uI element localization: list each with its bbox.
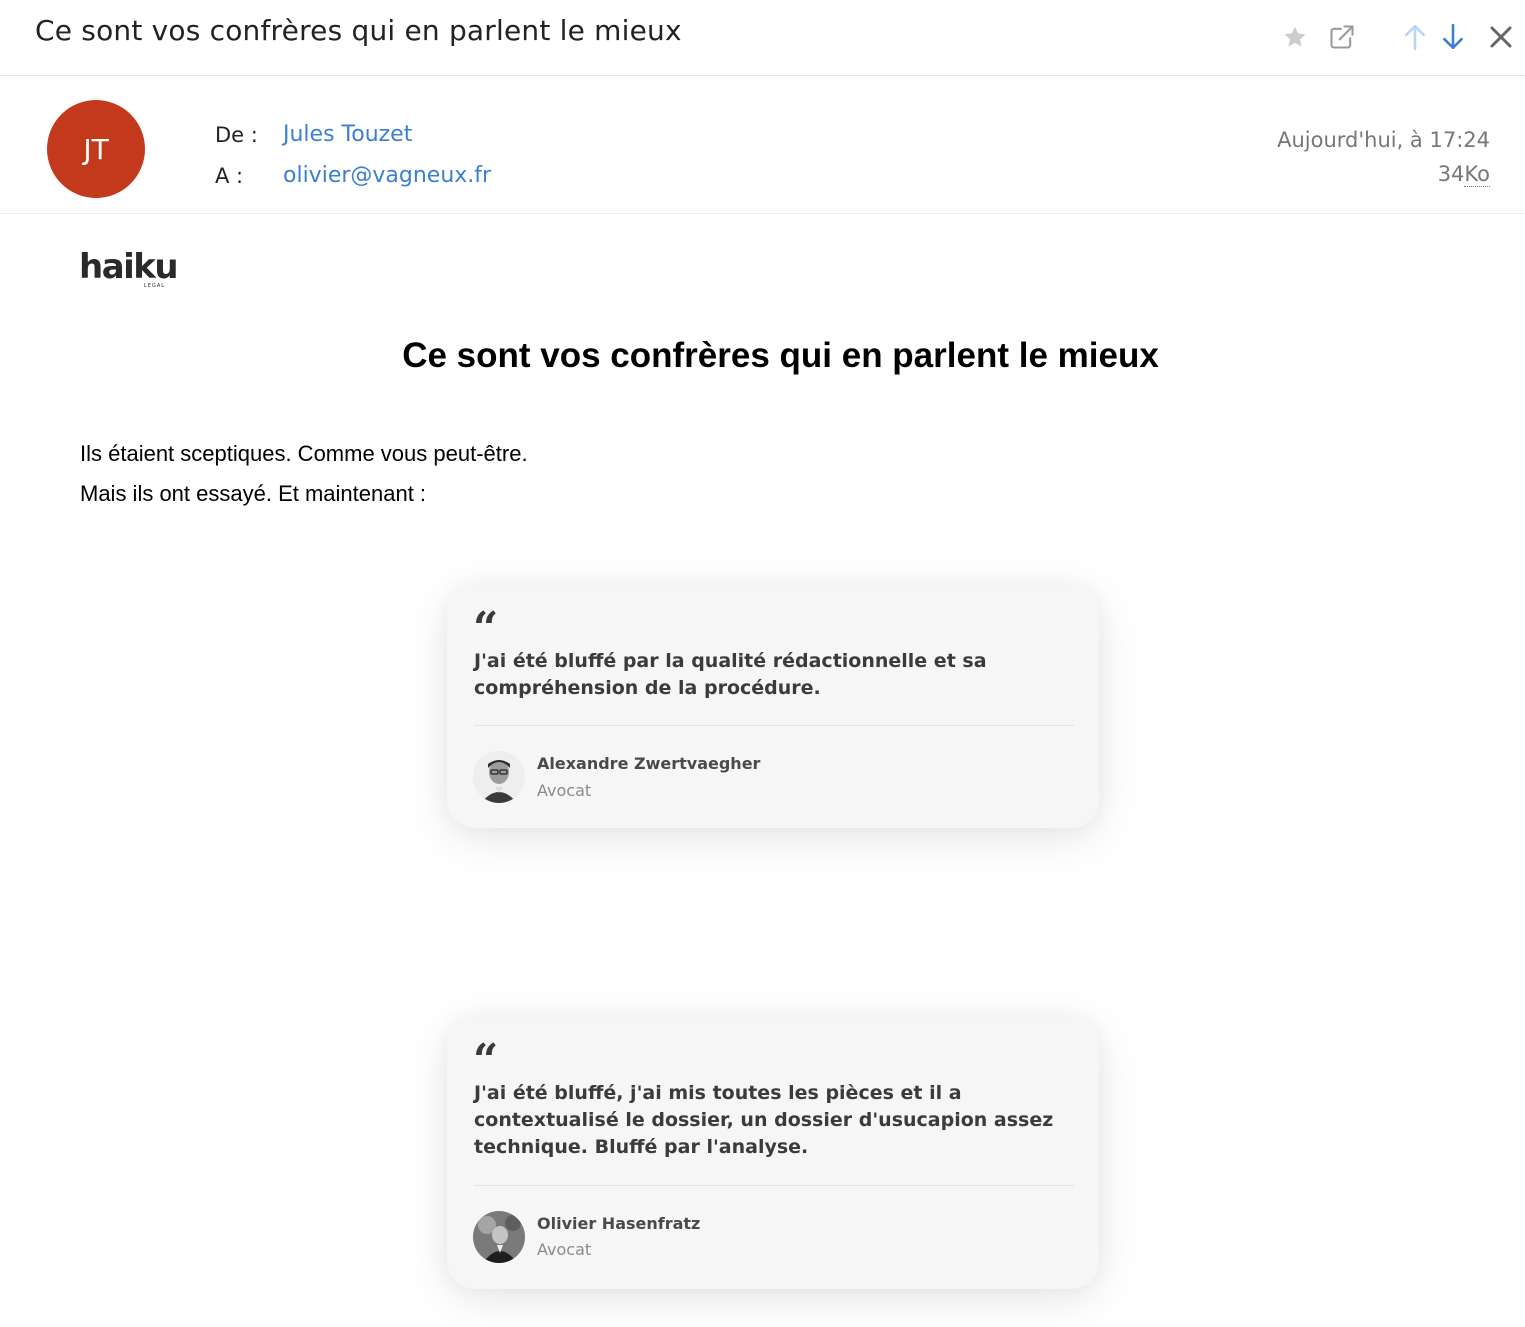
haiku-logo: haiku LEGAL: [79, 250, 179, 292]
sender-name-link[interactable]: Jules Touzet: [283, 122, 412, 147]
quote-icon: “: [473, 603, 499, 654]
arrow-down-icon[interactable]: [1436, 20, 1470, 54]
testimonial-quote: J'ai été bluffé par la qualité rédaction…: [474, 650, 987, 699]
email-size: 34Ko: [1437, 162, 1490, 187]
logo-subtext: LEGAL: [144, 283, 166, 289]
quote-icon: “: [473, 1035, 499, 1086]
card-divider: [474, 725, 1074, 726]
email-subject: Ce sont vos confrères qui en parlent le …: [35, 14, 682, 47]
email-header: JT De : Jules Touzet A : olivier@vagneux…: [0, 76, 1525, 214]
testimonial-card: “ J'ai été bluffé par la qualité rédacti…: [447, 585, 1099, 828]
recipient-email-link[interactable]: olivier@vagneux.fr: [283, 163, 491, 188]
intro-line-2: Mais ils ont essayé. Et maintenant :: [80, 481, 427, 506]
to-label: A :: [215, 164, 244, 188]
close-icon[interactable]: [1484, 20, 1518, 54]
email-date: Aujourd'hui, à 17:24: [1277, 128, 1490, 152]
email-toolbar: Ce sont vos confrères qui en parlent le …: [0, 0, 1525, 76]
person-role: Avocat: [537, 781, 592, 800]
email-body-title: Ce sont vos confrères qui en parlent le …: [402, 336, 1159, 375]
person-role: Avocat: [537, 1240, 592, 1259]
person-photo: [473, 1211, 525, 1263]
testimonial-card: “ J'ai été bluffé, j'ai mis toutes les p…: [447, 1017, 1099, 1289]
from-label: De :: [215, 123, 258, 147]
arrow-up-icon[interactable]: [1398, 20, 1432, 54]
logo-text: haiku: [79, 247, 179, 287]
person-name: Alexandre Zwertvaegher: [537, 754, 761, 773]
sender-avatar: JT: [47, 100, 145, 198]
person-photo: [473, 751, 525, 803]
card-divider: [474, 1185, 1074, 1186]
intro-line-1: Ils étaient sceptiques. Comme vous peut-…: [80, 441, 528, 466]
person-name: Olivier Hasenfratz: [537, 1214, 701, 1233]
star-icon[interactable]: [1278, 20, 1312, 54]
email-size-number: 34: [1437, 162, 1465, 186]
email-size-unit: Ko: [1464, 162, 1490, 187]
open-external-icon[interactable]: [1325, 20, 1359, 54]
testimonial-quote: J'ai été bluffé, j'ai mis toutes les piè…: [474, 1082, 1054, 1158]
